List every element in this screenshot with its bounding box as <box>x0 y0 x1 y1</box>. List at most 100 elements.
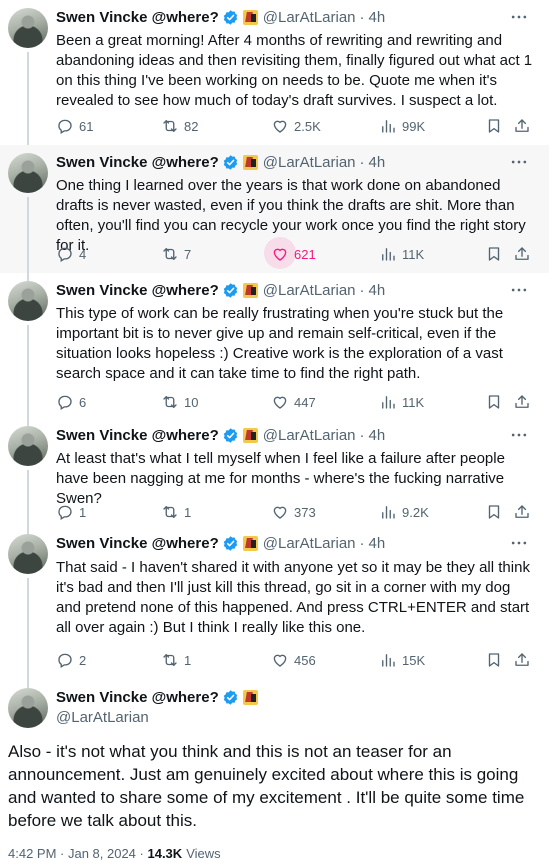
tweet[interactable]: Swen Vincke @where? @LarAtLarian · 4h Been a… <box>0 0 549 153</box>
tweet[interactable]: Swen Vincke @where? @LarAtLarian · 4h At lea… <box>0 418 549 534</box>
affiliate-badge-icon[interactable] <box>242 282 258 298</box>
more-icon[interactable] <box>509 533 529 553</box>
views-button[interactable]: 15K <box>379 650 425 670</box>
bookmark-button[interactable] <box>485 244 503 264</box>
author-handle[interactable]: @LarAtLarian <box>263 427 356 444</box>
share-button[interactable] <box>513 116 531 136</box>
more-icon[interactable] <box>509 425 529 445</box>
tweet[interactable]: Swen Vincke @where? @LarAtLarian · 4h That s… <box>0 526 549 688</box>
share-button[interactable] <box>513 650 531 670</box>
tweet[interactable]: Swen Vincke @where? @LarAtLarian · 4h This t… <box>0 273 549 426</box>
share-button[interactable] <box>513 244 531 264</box>
views-count: 9.2K <box>402 504 429 520</box>
like-count: 373 <box>294 504 316 520</box>
reply-button[interactable]: 2 <box>56 650 86 670</box>
author-handle[interactable]: @LarAtLarian <box>263 9 356 26</box>
bookmark-button[interactable] <box>485 650 503 670</box>
tweet-time[interactable]: 4h <box>369 535 386 552</box>
bookmark-icon <box>485 503 503 521</box>
like-button[interactable]: 447 <box>271 392 316 412</box>
affiliate-badge-icon[interactable] <box>242 154 258 170</box>
author-handle[interactable]: @LarAtLarian <box>263 282 356 299</box>
affiliate-badge-icon[interactable] <box>242 689 258 705</box>
author-name[interactable]: Swen Vincke @where? <box>56 9 219 26</box>
reply-count: 2 <box>79 652 87 668</box>
views-button[interactable]: 11K <box>379 392 424 412</box>
like-count: 447 <box>294 394 316 410</box>
tweet-time[interactable]: 4h <box>369 282 386 299</box>
author-name[interactable]: Swen Vincke @where? <box>56 535 219 552</box>
repost-button[interactable]: 1 <box>161 502 191 522</box>
affiliate-badge-icon[interactable] <box>242 427 258 443</box>
avatar[interactable] <box>8 688 48 728</box>
repost-button[interactable]: 82 <box>161 116 198 136</box>
share-button[interactable] <box>513 392 531 412</box>
author-name[interactable]: Swen Vincke @where? <box>56 282 219 299</box>
author-handle[interactable]: @LarAtLarian <box>56 709 149 726</box>
avatar[interactable] <box>8 153 48 193</box>
views-button[interactable]: 99K <box>379 116 425 136</box>
like-icon <box>271 651 289 669</box>
like-count: 621 <box>294 246 316 262</box>
repost-button[interactable]: 10 <box>161 392 198 412</box>
like-button[interactable]: 621 <box>264 237 316 269</box>
bookmark-button[interactable] <box>485 116 503 136</box>
author-name[interactable]: Swen Vincke @where? <box>56 689 219 706</box>
more-icon[interactable] <box>509 152 529 172</box>
like-icon <box>271 117 289 135</box>
repost-button[interactable]: 1 <box>161 650 191 670</box>
reply-button[interactable]: 61 <box>56 116 93 136</box>
separator-dot: · <box>359 534 365 552</box>
tweet-time[interactable]: 4h <box>369 427 386 444</box>
bookmark-button[interactable] <box>485 502 503 522</box>
tweet-actions: 2 1 456 15K <box>56 650 536 670</box>
avatar[interactable] <box>8 8 48 48</box>
reply-button[interactable]: 6 <box>56 392 86 412</box>
verified-icon <box>222 154 239 171</box>
share-icon <box>513 503 531 521</box>
repost-button[interactable]: 7 <box>161 244 191 264</box>
verified-icon <box>222 535 239 552</box>
more-icon[interactable] <box>509 280 529 300</box>
more-icon[interactable] <box>509 7 529 27</box>
author-handle[interactable]: @LarAtLarian <box>263 535 356 552</box>
affiliate-badge-icon[interactable] <box>242 535 258 551</box>
repost-count: 7 <box>184 246 192 262</box>
separator-dot: · <box>359 281 365 299</box>
like-icon <box>271 393 289 411</box>
verified-icon <box>222 282 239 299</box>
share-icon <box>513 117 531 135</box>
thread-connector-line <box>27 325 29 426</box>
tweet-text: Been a great morning! After 4 months of … <box>56 32 533 109</box>
bookmark-icon <box>485 245 503 263</box>
avatar[interactable] <box>8 534 48 574</box>
avatar[interactable] <box>8 281 48 321</box>
thread-connector-line <box>27 52 29 153</box>
tweet-timestamp[interactable]: 4:42 PM · Jan 8, 2024 <box>8 846 136 861</box>
tweet[interactable]: Swen Vincke @where? @LarAtLarian · 4h One th… <box>0 145 549 281</box>
views-button[interactable]: 11K <box>379 244 424 264</box>
views-button[interactable]: 9.2K <box>379 502 429 522</box>
like-button[interactable]: 456 <box>271 650 316 670</box>
reply-icon <box>56 393 74 411</box>
views-icon <box>379 245 397 263</box>
author-name[interactable]: Swen Vincke @where? <box>56 427 219 444</box>
like-button[interactable]: 373 <box>271 502 316 522</box>
thread-connector-line <box>27 197 29 281</box>
like-button[interactable]: 2.5K <box>271 116 321 136</box>
avatar[interactable] <box>8 426 48 466</box>
tweet-time[interactable]: 4h <box>369 9 386 26</box>
affiliate-badge-icon[interactable] <box>242 9 258 25</box>
separator-dot: · <box>359 8 365 26</box>
author-name[interactable]: Swen Vincke @where? <box>56 154 219 171</box>
share-button[interactable] <box>513 502 531 522</box>
reply-button[interactable]: 1 <box>56 502 86 522</box>
repost-count: 82 <box>184 118 199 134</box>
tweet-actions: 4 7 621 11K <box>56 237 536 269</box>
tweet-time[interactable]: 4h <box>369 154 386 171</box>
views-icon <box>379 651 397 669</box>
reply-button[interactable]: 4 <box>56 244 86 264</box>
separator-dot: · <box>135 846 148 861</box>
bookmark-button[interactable] <box>485 392 503 412</box>
author-handle[interactable]: @LarAtLarian <box>263 154 356 171</box>
